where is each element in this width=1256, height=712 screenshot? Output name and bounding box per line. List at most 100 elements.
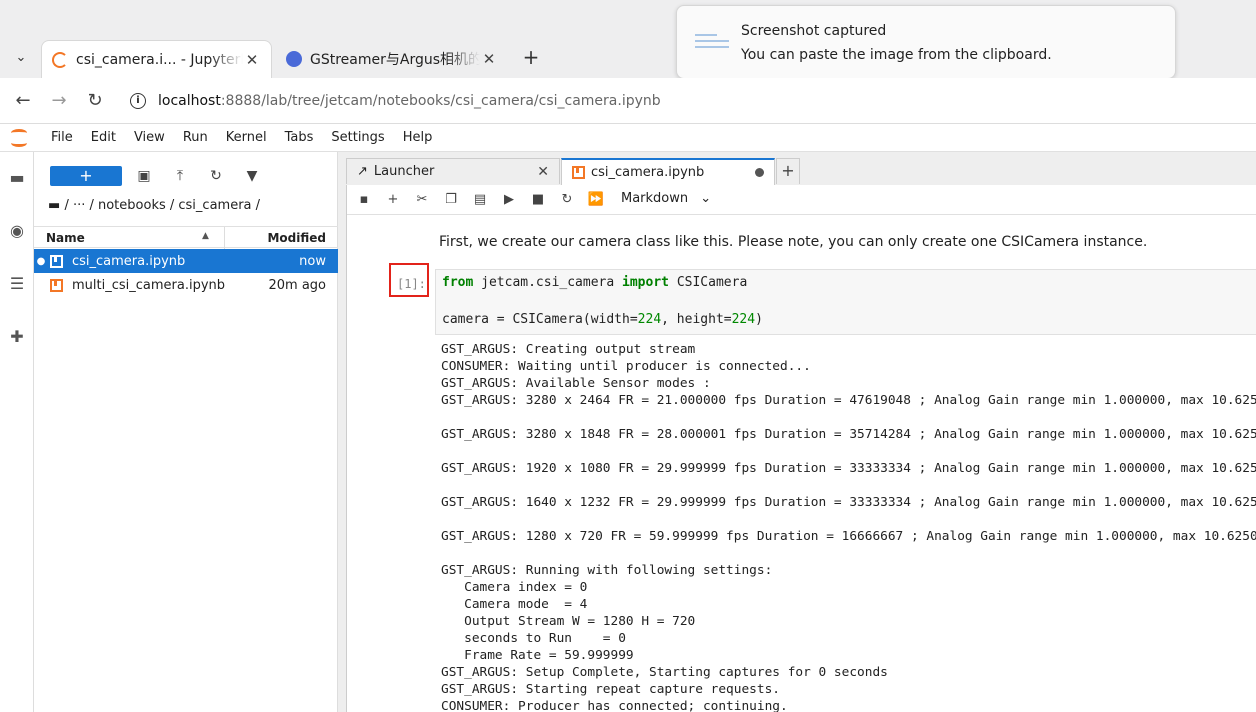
run-play-icon[interactable]: ▶ bbox=[500, 191, 518, 209]
menu-edit[interactable]: Edit bbox=[82, 130, 125, 145]
notebook-icon bbox=[50, 254, 63, 268]
column-modified[interactable]: Modified bbox=[267, 231, 326, 245]
new-folder-icon[interactable]: ▣ bbox=[135, 167, 153, 185]
file-browser: + ▣ ⤒ ↻ ▼ ▬ / ··· / notebooks / csi_came… bbox=[34, 152, 338, 712]
launcher-icon: ↗ bbox=[357, 164, 368, 179]
cell-type-select[interactable]: Markdown ⌄ bbox=[621, 191, 711, 206]
screenshot-notification[interactable]: Screenshot captured You can paste the im… bbox=[676, 5, 1176, 79]
output-line: GST_ARGUS: Setup Complete, Starting capt… bbox=[441, 665, 888, 680]
stop-square-icon[interactable]: ■ bbox=[529, 191, 547, 209]
jupyterlab-menubar: File Edit View Run Kernel Tabs Settings … bbox=[0, 124, 1256, 152]
new-tab-plus-icon[interactable]: + bbox=[520, 46, 542, 68]
tab-list-chevron-icon[interactable]: ⌄ bbox=[10, 47, 32, 69]
forward-arrow-icon[interactable]: → bbox=[47, 89, 71, 113]
output-line: GST_ARGUS: 1920 x 1080 FR = 29.999999 fp… bbox=[441, 461, 1256, 476]
menu-run[interactable]: Run bbox=[174, 130, 217, 145]
filter-icon[interactable]: ▼ bbox=[243, 167, 261, 185]
output-line: Camera index = 0 bbox=[441, 580, 588, 595]
browser-navbar: ← → ↻ i localhost:8888/lab/tree/jetcam/n… bbox=[0, 78, 1256, 124]
menu-tabs[interactable]: Tabs bbox=[276, 130, 323, 145]
left-activity-bar: ▬ ◉ ☰ ✚ bbox=[0, 152, 34, 712]
table-of-contents-icon[interactable]: ☰ bbox=[7, 274, 27, 294]
output-line: CONSUMER: Waiting until producer is conn… bbox=[441, 359, 811, 374]
output-line: GST_ARGUS: 1640 x 1232 FR = 29.999999 fp… bbox=[441, 495, 1256, 510]
tab-label: csi_camera.ipynb bbox=[591, 165, 705, 180]
output-line: Camera mode = 4 bbox=[441, 597, 588, 612]
file-modified: now bbox=[299, 253, 326, 269]
cell-output: GST_ARGUS: Creating output stream CONSUME… bbox=[441, 341, 1256, 712]
copy-icon[interactable]: ❐ bbox=[442, 191, 460, 209]
upload-icon[interactable]: ⤒ bbox=[171, 167, 189, 185]
notebook-toolbar: ▪ + ✂ ❐ ▤ ▶ ■ ↻ ⏩ Markdown ⌄ bbox=[347, 185, 1256, 215]
reload-icon[interactable]: ↻ bbox=[83, 89, 107, 113]
tab-csi-camera-notebook[interactable]: csi_camera.ipynb bbox=[561, 158, 775, 185]
browser-tab-jupyter[interactable]: csi_camera.i... - JupyterLab ✕ bbox=[41, 40, 272, 78]
jupyter-logo-icon bbox=[8, 127, 30, 149]
output-line: GST_ARGUS: Available Sensor modes : bbox=[441, 376, 711, 391]
url-host: localhost bbox=[158, 93, 221, 109]
menu-file[interactable]: File bbox=[42, 130, 82, 145]
jupyter-favicon-icon bbox=[52, 51, 68, 68]
browser-tab-label: GStreamer与Argus相机的 bbox=[310, 52, 480, 68]
sort-up-icon[interactable]: ▲ bbox=[202, 231, 209, 241]
extensions-puzzle-icon[interactable]: ✚ bbox=[7, 327, 27, 347]
new-tab-plus-icon[interactable]: + bbox=[776, 158, 800, 184]
tab-launcher[interactable]: ↗ Launcher ✕ bbox=[346, 158, 560, 184]
close-tab-icon[interactable]: ✕ bbox=[480, 50, 498, 68]
restart-run-all-icon[interactable]: ⏩ bbox=[587, 191, 605, 209]
folder-icon[interactable]: ▬ bbox=[7, 168, 27, 188]
menu-kernel[interactable]: Kernel bbox=[217, 130, 276, 145]
restart-kernel-icon[interactable]: ↻ bbox=[558, 191, 576, 209]
notification-title: Screenshot captured bbox=[741, 23, 887, 39]
menu-view[interactable]: View bbox=[125, 130, 174, 145]
file-row[interactable]: ● csi_camera.ipynb now bbox=[34, 249, 338, 273]
file-name: multi_csi_camera.ipynb bbox=[72, 277, 226, 293]
site-info-icon[interactable]: i bbox=[130, 93, 146, 109]
unsaved-dot-icon[interactable] bbox=[755, 168, 764, 177]
code-line-1: from jetcam.csi_camera import CSICamera bbox=[442, 275, 748, 290]
close-tab-icon[interactable]: ✕ bbox=[243, 51, 261, 69]
output-line: Output Stream W = 1280 H = 720 bbox=[441, 614, 696, 629]
cut-scissors-icon[interactable]: ✂ bbox=[413, 191, 431, 209]
column-name[interactable]: Name bbox=[46, 231, 85, 245]
paste-icon[interactable]: ▤ bbox=[471, 191, 489, 209]
notebook-panel: ▪ + ✂ ❐ ▤ ▶ ■ ↻ ⏩ Markdown ⌄ First, we c… bbox=[346, 185, 1256, 712]
execution-count: [1]: bbox=[397, 277, 426, 291]
running-sessions-icon[interactable]: ◉ bbox=[7, 221, 27, 241]
cell-type-value: Markdown bbox=[621, 191, 689, 206]
file-list-header: Name ▲ Modified bbox=[34, 226, 338, 249]
menu-help[interactable]: Help bbox=[394, 130, 442, 145]
chevron-down-icon: ⌄ bbox=[700, 191, 712, 206]
markdown-cell-text[interactable]: First, we create our camera class like t… bbox=[439, 234, 1147, 250]
notification-body: You can paste the image from the clipboa… bbox=[741, 47, 1052, 63]
output-line: GST_ARGUS: 3280 x 2464 FR = 21.000000 fp… bbox=[441, 393, 1256, 408]
browser-tab-label: csi_camera.i... - JupyterLab bbox=[76, 51, 243, 68]
new-launcher-button[interactable]: + bbox=[50, 166, 122, 186]
code-line-2: camera = CSICamera(width=224, height=224… bbox=[442, 312, 763, 327]
column-separator bbox=[224, 227, 225, 249]
breadcrumb[interactable]: ▬ / ··· / notebooks / csi_camera / bbox=[48, 198, 260, 213]
menu-settings[interactable]: Settings bbox=[322, 130, 393, 145]
output-line: GST_ARGUS: Starting repeat capture reque… bbox=[441, 682, 780, 697]
save-icon[interactable]: ▪ bbox=[355, 191, 373, 209]
address-bar[interactable]: i localhost:8888/lab/tree/jetcam/noteboo… bbox=[120, 85, 1240, 117]
output-line: seconds to Run = 0 bbox=[441, 631, 626, 646]
home-folder-icon[interactable]: ▬ bbox=[48, 198, 60, 213]
code-cell-editor[interactable]: from jetcam.csi_camera import CSICamera … bbox=[435, 269, 1256, 335]
notebook-icon bbox=[50, 278, 63, 292]
back-arrow-icon[interactable]: ← bbox=[11, 89, 35, 113]
file-row[interactable]: multi_csi_camera.ipynb 20m ago bbox=[34, 273, 338, 297]
browser-tab-gstreamer[interactable]: GStreamer与Argus相机的 ✕ bbox=[276, 40, 508, 78]
main-dock-area: ↗ Launcher ✕ csi_camera.ipynb + ▪ + ✂ ❐ … bbox=[338, 152, 1256, 712]
close-icon[interactable]: ✕ bbox=[537, 164, 549, 180]
breadcrumb-path: / ··· / notebooks / csi_camera / bbox=[64, 198, 261, 213]
output-line: Frame Rate = 59.999999 bbox=[441, 648, 634, 663]
output-line: GST_ARGUS: Running with following settin… bbox=[441, 563, 773, 578]
refresh-icon[interactable]: ↻ bbox=[207, 167, 225, 185]
insert-cell-plus-icon[interactable]: + bbox=[384, 191, 402, 209]
output-line: GST_ARGUS: Creating output stream bbox=[441, 342, 696, 357]
